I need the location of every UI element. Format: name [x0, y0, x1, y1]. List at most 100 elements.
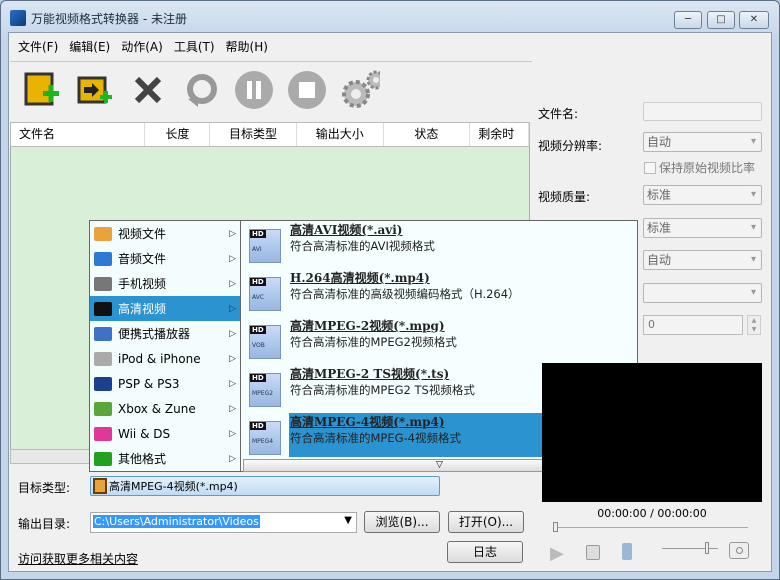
resolution-select[interactable]: 自动 [643, 132, 762, 152]
category-label: 便携式播放器 [118, 327, 191, 341]
video-file-icon [93, 478, 107, 494]
target-type-label: 目标类型: [18, 481, 71, 495]
delete-icon[interactable] [128, 70, 168, 110]
category-item[interactable]: 视频文件 ▷ [90, 221, 240, 246]
snapshot-camera-icon[interactable] [729, 542, 749, 559]
category-icon [94, 376, 112, 391]
keep-ratio-checkbox[interactable]: 保持原始视频比率 [644, 159, 755, 176]
category-icon [94, 401, 112, 416]
category-item[interactable]: 音频文件 ▷ [90, 246, 240, 271]
file-table-header: 文件名 长度 目标类型 输出大小 状态 剩余时 [10, 122, 530, 147]
category-icon [94, 351, 112, 366]
target-type-selector[interactable]: 高清MPEG-4视频(*.mp4) [90, 476, 440, 496]
seek-thumb[interactable] [553, 522, 558, 532]
menu-tools[interactable]: 工具(T) [174, 40, 215, 54]
category-item[interactable]: Wii & DS ▷ [90, 421, 240, 446]
seek-slider[interactable] [555, 527, 748, 528]
minimize-button[interactable]: ─ [674, 11, 702, 29]
submenu-arrow-icon: ▷ [229, 353, 236, 364]
quality-select[interactable]: 标准 [643, 185, 762, 205]
col-remaining[interactable]: 剩余时 [470, 123, 530, 146]
category-icon [94, 276, 112, 291]
filename-label: 文件名: [538, 107, 579, 121]
log-button[interactable]: 日志 [447, 541, 523, 563]
category-label: 高清视频 [118, 302, 167, 316]
format-item[interactable]: HD AVC H.264高清视频(*.mp4) 符合高清标准的高级视频编码格式（H.2… [241, 269, 637, 317]
format-item[interactable]: HD AVI 高清AVI视频(*.avi) 符合高清标准的AVI视频格式 [241, 221, 637, 269]
divider [10, 61, 532, 62]
category-label: 视频文件 [118, 227, 167, 241]
stop-playback-icon[interactable] [586, 545, 600, 560]
format-desc: 符合高清标准的MPEG2 TS视频格式 [290, 383, 475, 397]
category-icon [94, 326, 112, 341]
hd-format-icon: HD VOB [249, 325, 281, 359]
quality-label: 视频质量: [538, 190, 591, 204]
output-dir-input[interactable]: C:\Users\Administrator\Videos ▼ [90, 512, 357, 533]
spin-buttons[interactable]: ▲ ▼ [747, 315, 761, 335]
add-video-icon[interactable] [22, 70, 62, 110]
col-target[interactable]: 目标类型 [210, 123, 297, 146]
volume-thumb[interactable] [705, 542, 709, 554]
submenu-arrow-icon: ▷ [229, 403, 236, 414]
category-item[interactable]: Xbox & Zune ▷ [90, 396, 240, 421]
hd-format-icon: HD MPEG2 [249, 373, 281, 407]
filename-field[interactable] [643, 102, 762, 121]
chevron-down-icon[interactable]: ▼ [344, 515, 352, 526]
output-dir-label: 输出目录: [18, 517, 71, 531]
category-item[interactable]: PSP & PS3 ▷ [90, 371, 240, 396]
format-item[interactable]: HD VOB 高清MPEG-2视频(*.mpg) 符合高清标准的MPEG2视频格式 [241, 317, 637, 365]
col-status[interactable]: 状态 [384, 123, 471, 146]
submenu-arrow-icon: ▷ [229, 228, 236, 239]
more-content-link[interactable]: 访问获取更多相关内容 [18, 550, 138, 567]
option-select[interactable] [643, 283, 762, 303]
submenu-arrow-icon: ▷ [229, 378, 236, 389]
keep-ratio-label: 保持原始视频比率 [659, 161, 756, 175]
category-item[interactable]: 手机视频 ▷ [90, 271, 240, 296]
menu-edit[interactable]: 编辑(E) [69, 40, 110, 54]
play-icon[interactable]: ▶ [550, 543, 564, 564]
maximize-button[interactable]: □ [707, 11, 735, 29]
category-menu: 视频文件 ▷ 音频文件 ▷ 手机视频 ▷ 高清视频 ▷ 便携式播放器 ▷ iPod & iPhone… [89, 220, 241, 472]
hd-format-icon: HD AVI [249, 229, 281, 263]
output-dir-value: C:\Users\Administrator\Videos [93, 515, 260, 528]
col-filename[interactable]: 文件名 [11, 123, 146, 146]
category-label: iPod & iPhone [118, 351, 201, 366]
spin-input[interactable]: 0 [643, 315, 743, 335]
format-desc: 符合高清标准的MPEG2视频格式 [290, 335, 457, 349]
submenu-arrow-icon: ▷ [229, 453, 236, 464]
audio-quality-select[interactable]: 标准 [643, 218, 762, 238]
menu-help[interactable]: 帮助(H) [226, 40, 268, 54]
browse-button[interactable]: 浏览(B)... [364, 511, 440, 533]
category-label: 其他格式 [118, 452, 167, 466]
format-title: 高清AVI视频(*.avi) [290, 223, 403, 237]
format-desc: 符合高清标准的AVI视频格式 [290, 239, 435, 253]
target-type-value: 高清MPEG-4视频(*.mp4) [109, 480, 238, 493]
category-item[interactable]: 其他格式 ▷ [90, 446, 240, 471]
category-icon [94, 251, 112, 266]
import-video-icon[interactable] [75, 70, 115, 110]
resolution-label: 视频分辨率: [538, 139, 603, 153]
channel-select[interactable]: 自动 [643, 250, 762, 270]
volume-slider[interactable] [662, 548, 718, 549]
menu-action[interactable]: 动作(A) [121, 40, 163, 54]
reset-icon[interactable] [181, 70, 221, 110]
menu-file[interactable]: 文件(F) [18, 40, 58, 54]
category-icon [94, 426, 112, 441]
category-icon [94, 226, 112, 241]
settings-icon[interactable] [340, 70, 380, 110]
stop-icon[interactable] [287, 70, 327, 110]
pause-icon[interactable] [234, 70, 274, 110]
col-size[interactable]: 输出大小 [297, 123, 384, 146]
format-title: 高清MPEG-4视频(*.mp4) [290, 415, 445, 429]
open-button[interactable]: 打开(O)... [448, 511, 524, 533]
col-length[interactable]: 长度 [145, 123, 211, 146]
hd-format-icon: HD MPEG4 [249, 421, 281, 455]
category-item[interactable]: 便携式播放器 ▷ [90, 321, 240, 346]
close-button[interactable]: ✕ [739, 11, 769, 29]
submenu-arrow-icon: ▷ [229, 253, 236, 264]
category-item[interactable]: iPod & iPhone ▷ [90, 346, 240, 371]
submenu-arrow-icon: ▷ [229, 428, 236, 439]
category-label: 音频文件 [118, 252, 167, 266]
volume-icon[interactable] [622, 543, 632, 560]
category-item[interactable]: 高清视频 ▷ [90, 296, 240, 321]
